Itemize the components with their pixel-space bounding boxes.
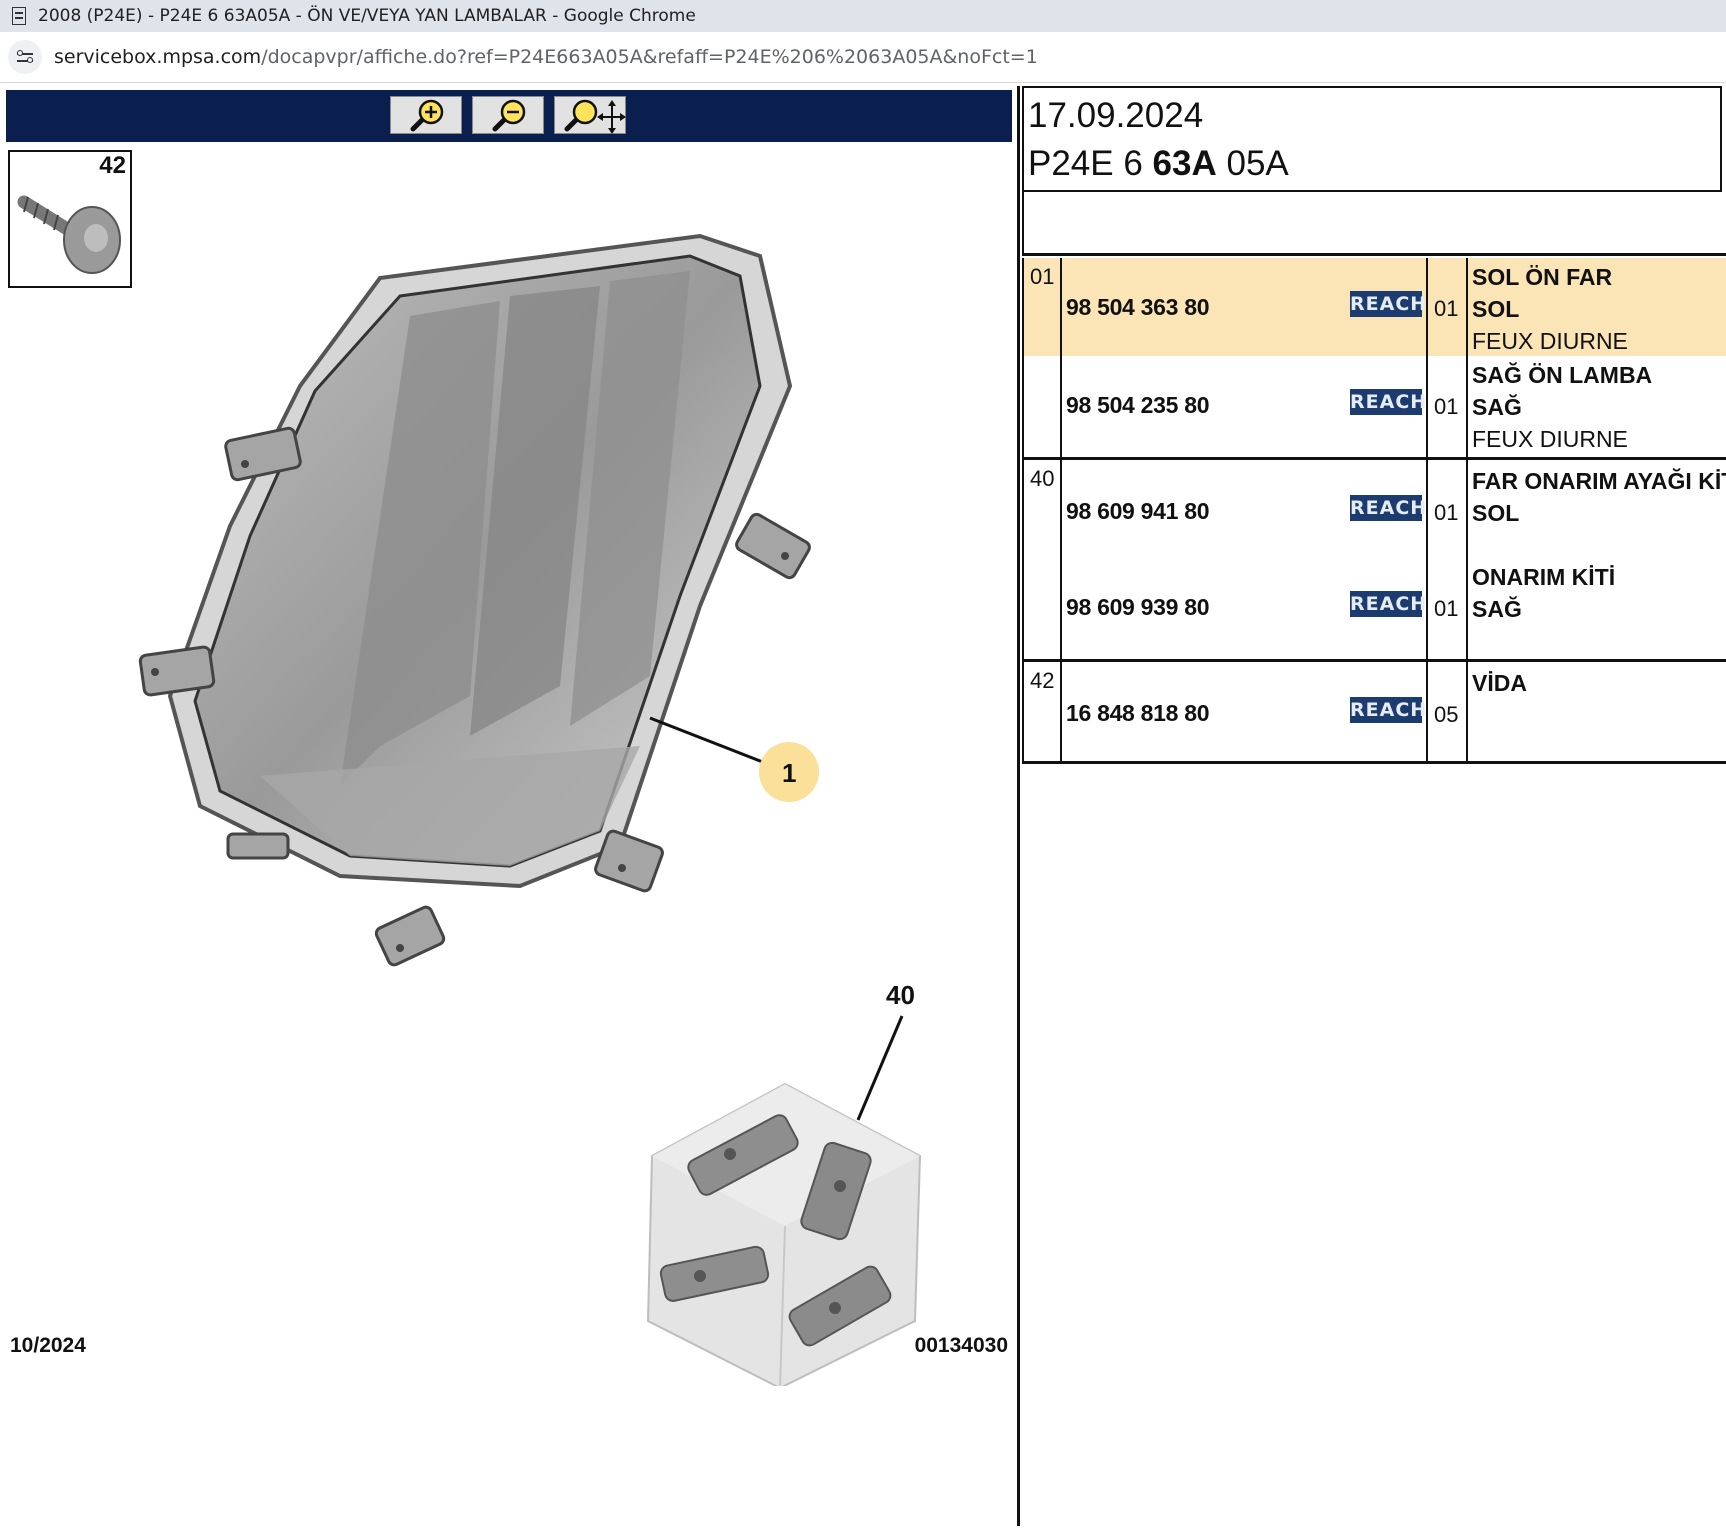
parts-date: 17.09.2024 [1028,96,1204,135]
window-title: 2008 (P24E) - P24E 6 63A05A - ÖN VE/VEYA… [38,6,696,26]
headlamp-drawing [138,233,811,967]
address-bar[interactable]: servicebox.mpsa.com/docapvpr/affiche.do?… [0,32,1726,83]
ref-cell: 01 [1022,258,1061,356]
description-line-2: SOL [1472,296,1520,322]
parts-table: 01 98 504 363 80 REACH 01 SOL ÖN FAR SOL FE… [1022,258,1726,764]
quantity: 05 [1434,701,1459,727]
description-line-3: FEUX DIURNE [1472,328,1628,354]
part-number[interactable]: 98 609 941 80 [1066,498,1209,525]
description-line-1: SAĞ ÖN LAMBA [1472,362,1653,388]
description-line-2: SAĞ [1472,394,1522,420]
table-row[interactable]: 98 609 939 80 REACH 01 ONARIM KİTİ SAĞ [1022,556,1726,662]
reach-badge[interactable]: REACH [1350,389,1426,415]
description-line-1: FAR ONARIM AYAĞI KİT [1472,467,1726,494]
ref-cell: 40 [1022,458,1061,556]
part-number[interactable]: 98 504 235 80 [1066,392,1209,419]
table-row[interactable]: 01 98 504 363 80 REACH 01 SOL ÖN FAR SOL FE… [1022,258,1726,356]
quantity: 01 [1434,394,1459,419]
reach-badge[interactable]: REACH [1350,591,1426,617]
quantity: 01 [1434,296,1459,321]
parts-header-spacer [1022,192,1726,256]
table-row[interactable]: 98 504 235 80 REACH 01 SAĞ ÖN LAMBA SAĞ FEU… [1022,356,1726,460]
quantity: 01 [1434,499,1459,525]
bracket-kit-drawing [646,1082,922,1386]
ref-cell: 42 [1022,660,1061,764]
reach-badge[interactable]: REACH [1350,291,1426,317]
callout-1-label: 1 [782,758,796,788]
part-number[interactable]: 16 848 818 80 [1066,700,1209,727]
quantity: 01 [1434,596,1459,621]
description-line-3: FEUX DIURNE [1472,426,1628,452]
parts-group-code: P24E 6 63A 05A [1028,144,1289,183]
url-path[interactable]: /docapvpr/affiche.do?ref=P24E663A05A&ref… [261,46,1038,68]
table-row[interactable]: 42 16 848 818 80 REACH 05 VİDA [1022,660,1726,764]
site-settings-icon[interactable] [8,40,42,74]
part-number[interactable]: 98 504 363 80 [1066,294,1209,321]
illustration-date: 10/2024 [10,1334,86,1357]
parts-panel: 17.09.2024 P24E 6 63A 05A 01 98 504 363 … [1020,86,1726,1536]
description-line-1: SOL ÖN FAR [1472,264,1613,290]
illustration-panel: 42 1 40 10/2024 00134030 [0,86,1016,1536]
description-line-2: SAĞ [1472,596,1522,622]
callout-40-label: 40 [886,980,915,1010]
parts-header: 17.09.2024 P24E 6 63A 05A [1022,86,1722,192]
url-host[interactable]: servicebox.mpsa.com [54,46,261,68]
reach-badge[interactable]: REACH [1350,696,1426,723]
description-line-2: SOL [1472,499,1520,526]
callout-1-leader [649,716,779,770]
part-number[interactable]: 98 609 939 80 [1066,594,1209,621]
parts-illustration: 1 40 [138,233,922,1386]
callout-40-leader [856,1015,904,1121]
description-line-1: ONARIM KİTİ [1472,564,1616,590]
table-row[interactable]: 40 98 609 941 80 REACH 01 FAR ONARIM AYAĞ… [1022,458,1726,556]
reach-badge[interactable]: REACH [1350,494,1426,521]
illustration-reference: 00134030 [914,1334,1008,1357]
window-titlebar: 2008 (P24E) - P24E 6 63A05A - ÖN VE/VEYA… [0,0,1726,32]
description-line-1: VİDA [1472,669,1527,696]
document-icon [12,7,26,25]
ref-cell [1022,556,1061,662]
ref-cell [1022,356,1061,460]
